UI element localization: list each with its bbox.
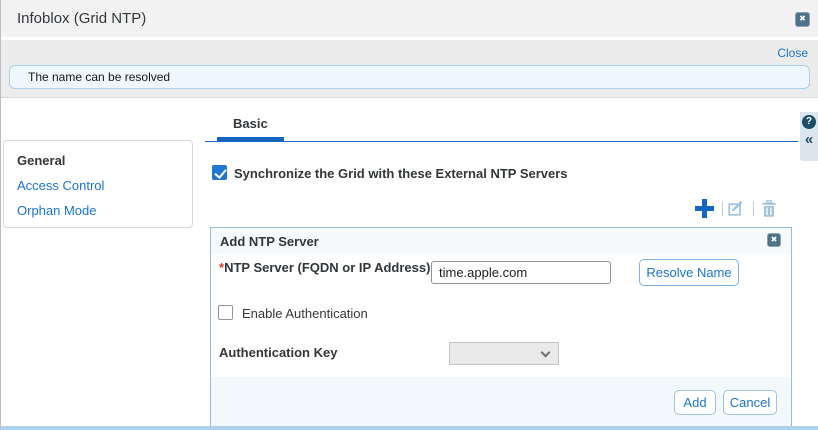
sync-ntp-checkbox[interactable] — [212, 165, 227, 180]
close-link[interactable]: Close — [777, 46, 808, 60]
toolbar-separator — [722, 201, 723, 216]
sidebar-item-access-control[interactable]: Access Control — [17, 177, 192, 202]
ntp-server-input[interactable] — [431, 261, 611, 284]
enable-authentication-checkbox[interactable] — [218, 305, 233, 320]
info-message-box: The name can be resolved — [9, 65, 810, 89]
add-button[interactable]: Add — [674, 390, 716, 415]
add-ntp-server-panel: Add NTP Server ✖ *NTP Server (FQDN or IP… — [210, 227, 792, 430]
authentication-key-label: Authentication Key — [219, 345, 337, 360]
sidebar: General Access Control Orphan Mode — [3, 140, 193, 228]
trash-icon[interactable] — [761, 200, 777, 223]
sidebar-item-general[interactable]: General — [17, 152, 192, 177]
grid-ntp-dialog: Infoblox (Grid NTP) ✖ Close The name can… — [0, 0, 818, 430]
sync-ntp-label: Synchronize the Grid with these External… — [234, 166, 568, 181]
help-strip: ? « — [800, 112, 818, 161]
bottom-scroll-strip[interactable] — [1, 426, 818, 430]
tab-basic[interactable]: Basic — [233, 116, 268, 131]
message-band: Close The name can be resolved — [1, 40, 818, 98]
enable-authentication-label: Enable Authentication — [242, 306, 368, 321]
toolbar-separator — [753, 201, 754, 216]
dialog-close-icon[interactable]: ✖ — [795, 12, 810, 27]
panel-close-icon[interactable]: ✖ — [767, 233, 781, 247]
edit-icon[interactable] — [728, 200, 745, 221]
dialog-title: Infoblox (Grid NTP) — [17, 10, 146, 27]
tab-bar-divider — [205, 141, 798, 142]
collapse-panel-icon[interactable]: « — [805, 131, 813, 148]
dialog-titlebar: Infoblox (Grid NTP) ✖ — [1, 0, 818, 37]
resolve-name-button[interactable]: Resolve Name — [639, 259, 739, 286]
panel-header: Add NTP Server ✖ — [211, 228, 791, 254]
add-ntp-server-icon[interactable] — [695, 199, 714, 218]
panel-title: Add NTP Server — [220, 234, 319, 249]
info-message-text: The name can be resolved — [28, 70, 170, 84]
ntp-server-label-text: NTP Server (FQDN or IP Address) — [224, 260, 430, 275]
sidebar-item-orphan-mode[interactable]: Orphan Mode — [17, 202, 192, 227]
authentication-key-select[interactable] — [449, 342, 559, 365]
ntp-server-label: *NTP Server (FQDN or IP Address) — [219, 260, 430, 275]
cancel-button[interactable]: Cancel — [723, 390, 777, 415]
help-icon[interactable]: ? — [802, 115, 816, 129]
chevron-down-icon — [541, 348, 551, 358]
